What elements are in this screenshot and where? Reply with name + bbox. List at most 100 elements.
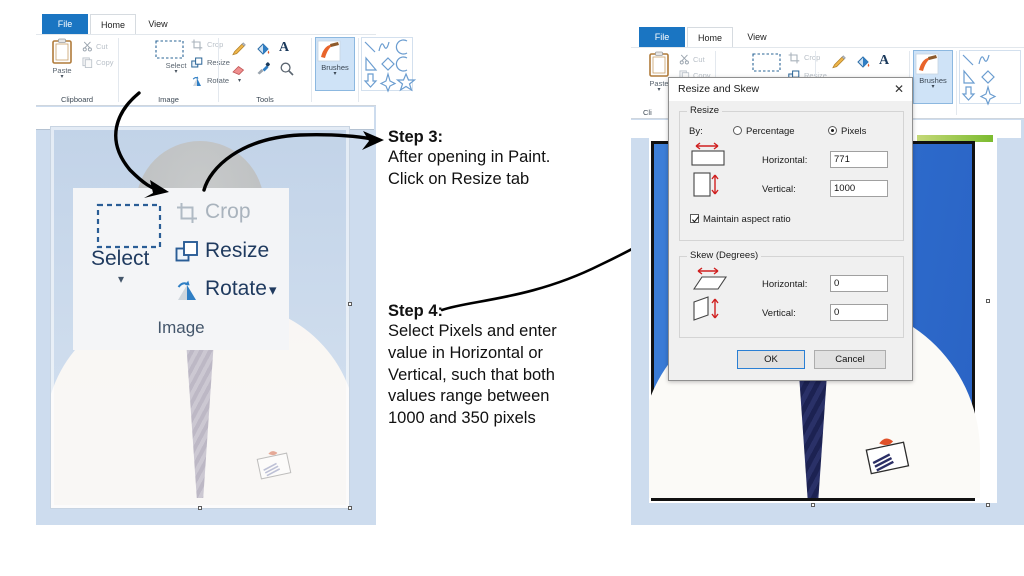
- color-picker-icon[interactable]: [255, 61, 271, 77]
- selection-handle-right-bottom[interactable]: [348, 506, 352, 510]
- maintain-aspect-ratio-checkbox[interactable]: [690, 214, 700, 223]
- horizontal-skew-glyph-icon: [692, 267, 728, 290]
- brush-icon: [317, 40, 341, 62]
- dashed-rect-icon: [155, 40, 184, 59]
- copy-icon: [82, 57, 93, 68]
- callout-select-dropdown-arrow[interactable]: ▾: [118, 272, 124, 286]
- vertical-resize-glyph-icon: [693, 172, 719, 197]
- callout-crop-icon: [177, 203, 197, 223]
- skew-horizontal-label: Horizontal:: [762, 279, 808, 290]
- step4-line-3: Vertical, such that both: [388, 365, 555, 384]
- callout-crop-label[interactable]: Crop: [205, 200, 251, 224]
- right-tab-view-label: View: [747, 32, 767, 42]
- maintain-aspect-ratio-label[interactable]: Maintain aspect ratio: [703, 214, 791, 225]
- pencil-icon[interactable]: [231, 41, 247, 57]
- right-tab-home-label: Home: [697, 33, 722, 43]
- brushes-dropdown-arrow[interactable]: ▾: [316, 71, 354, 77]
- step3-title: Step 3:: [388, 128, 444, 146]
- left-tab-file[interactable]: File: [42, 14, 88, 34]
- crop-icon: [191, 39, 203, 51]
- text-a-icon[interactable]: A: [879, 53, 889, 69]
- tools-group-label: Tools: [256, 95, 274, 104]
- right-shapes-gallery-icons: [961, 54, 997, 106]
- right-tab-file[interactable]: File: [639, 27, 685, 47]
- paste-button[interactable]: Paste ▾: [44, 37, 80, 91]
- right-tab-view[interactable]: View: [735, 27, 779, 47]
- selection-handle-bottom-mid[interactable]: [198, 506, 202, 510]
- shapes-gallery[interactable]: [361, 37, 417, 93]
- right-selection-handle-right-bottom[interactable]: [986, 503, 990, 507]
- right-tab-home[interactable]: Home: [687, 27, 733, 47]
- left-tab-file-label: File: [57, 19, 73, 29]
- resize-vertical-label: Vertical:: [762, 184, 796, 195]
- callout-rotate-label[interactable]: Rotate: [205, 277, 267, 301]
- percentage-label[interactable]: Percentage: [746, 126, 795, 137]
- step4-line-2: value in Horizontal or: [388, 343, 543, 362]
- callout-image-group-label: Image: [157, 318, 205, 337]
- dialog-titlebar: Resize and Skew ✕: [669, 78, 912, 101]
- rotate-icon: [192, 76, 201, 86]
- left-group-brushes: Brushes ▾: [313, 35, 357, 105]
- pencil-icon[interactable]: [831, 54, 847, 70]
- group-separator: [311, 38, 312, 102]
- copy-label: Copy: [96, 58, 114, 67]
- skew-vertical-input[interactable]: 0: [830, 304, 888, 321]
- image-group-callout: Select ▾ Crop Resize Rotate ▾ Image: [73, 188, 289, 350]
- left-tab-home-label: Home: [100, 20, 125, 30]
- cancel-button[interactable]: Cancel: [814, 350, 886, 369]
- step3-block: Step 3: After opening in Paint. Click on…: [388, 128, 628, 191]
- brush-icon: [915, 53, 939, 75]
- left-tab-home[interactable]: Home: [90, 14, 136, 34]
- step4-line-4: values range between: [388, 387, 550, 406]
- percentage-radio[interactable]: [733, 126, 742, 135]
- right-brushes-button[interactable]: Brushes ▾: [913, 50, 953, 104]
- pixels-radio[interactable]: [828, 126, 837, 135]
- resize-horizontal-input[interactable]: 771: [830, 151, 888, 168]
- checkmark-icon: [691, 216, 700, 223]
- shapes-gallery-icons: [363, 39, 417, 93]
- callout-resize-label[interactable]: Resize: [205, 239, 269, 263]
- text-a-icon[interactable]: A: [279, 40, 289, 56]
- callout-rotate-dropdown-arrow[interactable]: ▾: [269, 281, 277, 299]
- clipboard-icon: [52, 38, 72, 64]
- magnifier-icon[interactable]: [279, 61, 295, 77]
- paint-bucket-icon[interactable]: [255, 41, 271, 57]
- crop-icon: [788, 52, 800, 64]
- ok-button[interactable]: OK: [737, 350, 805, 369]
- step4-line-1: Select Pixels and enter: [388, 322, 557, 340]
- callout-select-label[interactable]: Select: [91, 247, 149, 271]
- left-group-tools: A Tools: [219, 35, 311, 105]
- skew-horizontal-input[interactable]: 0: [830, 275, 888, 292]
- resize-and-skew-dialog: Resize and Skew ✕ Resize By: Percentage …: [668, 77, 913, 381]
- right-tab-file-label: File: [654, 32, 670, 42]
- paint-bucket-icon[interactable]: [855, 54, 871, 70]
- resize-vertical-input[interactable]: 1000: [830, 180, 888, 197]
- left-group-clipboard: Paste ▾ Cut Copy Clipboard: [36, 35, 118, 105]
- left-tab-view-label: View: [148, 19, 168, 29]
- callout-rotate-icon: [177, 280, 196, 300]
- pixels-label[interactable]: Pixels: [841, 126, 866, 137]
- left-group-shapes: [360, 35, 417, 105]
- scissors-icon: [679, 54, 689, 65]
- left-ribbon-tabbar: File Home View: [36, 14, 376, 34]
- clipboard-group-label: Clipboard: [60, 95, 94, 104]
- right-selection-handle-right-mid[interactable]: [986, 299, 990, 303]
- group-separator: [358, 38, 359, 102]
- brushes-button[interactable]: Brushes ▾: [315, 37, 355, 91]
- skew-fieldset: Skew (Degrees) Horizontal: 0 Vertical: 0: [679, 250, 904, 338]
- selection-handle-right-mid[interactable]: [348, 302, 352, 306]
- photo-pocket-badge: [251, 448, 297, 482]
- resize-horizontal-label: Horizontal:: [762, 155, 808, 166]
- right-shapes-gallery[interactable]: [959, 50, 1021, 106]
- right-brushes-dropdown-arrow[interactable]: ▾: [914, 84, 952, 90]
- image-group-label: Image: [158, 95, 179, 104]
- right-selection-handle-bottom-mid[interactable]: [811, 503, 815, 507]
- group-separator: [956, 51, 957, 115]
- scissors-icon: [82, 41, 92, 52]
- eraser-icon[interactable]: [231, 61, 247, 77]
- paste-dropdown-arrow[interactable]: ▾: [44, 74, 80, 80]
- left-tab-view[interactable]: View: [136, 14, 180, 34]
- right-photo-pocket-badge: [858, 434, 916, 478]
- skew-legend: Skew (Degrees): [687, 250, 762, 261]
- close-icon[interactable]: ✕: [890, 81, 908, 97]
